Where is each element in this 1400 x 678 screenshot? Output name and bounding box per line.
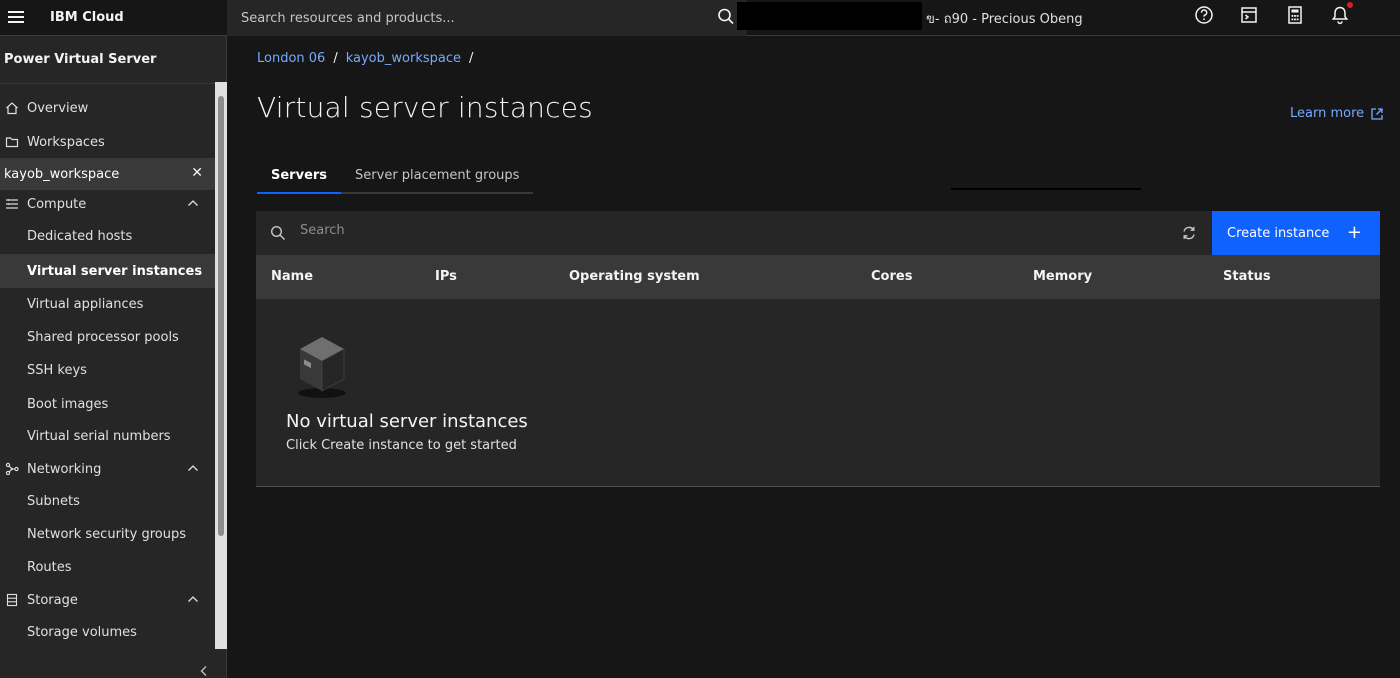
sidebar-item-label: Virtual serial numbers (27, 428, 171, 444)
storage-icon (6, 593, 18, 607)
sidebar-item-ssh-keys[interactable]: SSH keys (0, 354, 215, 386)
sidebar-item-label: Subnets (27, 493, 80, 509)
column-header-ips[interactable]: IPs (435, 269, 457, 284)
home-icon (6, 102, 18, 115)
sidebar: Power Virtual Server Overview Workspaces… (0, 36, 227, 678)
tab-list: Servers Server placement groups (257, 158, 534, 194)
sidebar-item-label: Storage (27, 592, 78, 608)
column-header-cores[interactable]: Cores (871, 269, 912, 284)
sidebar-item-label: kayob_workspace (4, 166, 120, 182)
chevron-up-icon[interactable] (187, 463, 199, 473)
sidebar-item-label: Workspaces (27, 134, 105, 150)
sidebar-item-label: Storage volumes (27, 624, 137, 640)
sidebar-item-overview[interactable]: Overview (0, 92, 215, 124)
tab-server-placement-groups[interactable]: Server placement groups (341, 158, 534, 194)
sidebar-item-virtual-appliances[interactable]: Virtual appliances (0, 288, 215, 320)
redacted-region (737, 2, 922, 30)
sidebar-item-label: Dedicated hosts (27, 228, 133, 244)
sidebar-item-networking[interactable]: Networking (0, 453, 215, 485)
notification-badge (1347, 2, 1353, 8)
table-header: Name IPs Operating system Cores Memory S… (256, 255, 1380, 299)
learn-more-label: Learn more (1290, 106, 1365, 121)
sidebar-item-virtual-server-instances[interactable]: Virtual server instances (0, 254, 215, 288)
refresh-icon[interactable] (1180, 224, 1198, 242)
empty-state-subtitle: Click Create instance to get started (286, 438, 517, 453)
sidebar-item-workspace-selected[interactable]: kayob_workspace ✕ (0, 158, 215, 190)
chevron-up-icon[interactable] (187, 594, 199, 604)
redacted-region (951, 188, 1141, 190)
brand-name[interactable]: IBM Cloud (50, 10, 230, 25)
create-instance-button[interactable]: Create instance + (1212, 211, 1380, 255)
page-title: Virtual server instances (257, 91, 593, 124)
sidebar-item-label: Routes (27, 559, 72, 575)
table-search-input[interactable] (300, 223, 1100, 238)
sidebar-scrollbar-thumb[interactable] (218, 96, 224, 536)
sidebar-item-label: Shared processor pools (27, 329, 179, 345)
breadcrumb-link-location[interactable]: London 06 (257, 51, 325, 66)
sidebar-item-label: Compute (27, 196, 87, 212)
sidebar-divider (0, 83, 215, 84)
close-icon[interactable]: ✕ (191, 165, 203, 181)
global-search-input[interactable] (241, 10, 701, 26)
breadcrumb-separator: / (333, 51, 338, 66)
tab-servers[interactable]: Servers (257, 158, 342, 194)
chevron-up-icon[interactable] (187, 198, 199, 208)
empty-box-icon (298, 337, 346, 398)
column-header-status[interactable]: Status (1223, 269, 1271, 284)
breadcrumb-separator: / (468, 51, 474, 66)
sidebar-item-dedicated-hosts[interactable]: Dedicated hosts (0, 220, 215, 252)
sidebar-item-label: Network security groups (27, 526, 186, 542)
empty-state-title: No virtual server instances (286, 411, 528, 432)
sidebar-item-boot-images[interactable]: Boot images (0, 388, 215, 420)
cloud-shell-icon[interactable] (1238, 4, 1260, 26)
sidebar-item-shared-processor-pools[interactable]: Shared processor pools (0, 321, 215, 353)
search-icon[interactable] (717, 6, 735, 28)
breadcrumb-link-workspace[interactable]: kayob_workspace (346, 51, 461, 66)
launch-icon (1371, 107, 1383, 120)
learn-more-link[interactable]: Learn more (1290, 106, 1384, 121)
sidebar-title: Power Virtual Server (4, 52, 157, 67)
sidebar-item-compute[interactable]: Compute (0, 188, 215, 220)
chevron-left-icon[interactable] (196, 664, 212, 678)
sidebar-item-label: SSH keys (27, 362, 87, 378)
instances-table: Create instance + Name IPs Operating sys… (256, 211, 1380, 487)
create-instance-label: Create instance (1227, 225, 1330, 241)
add-icon: + (1346, 222, 1362, 243)
sidebar-item-network-security-groups[interactable]: Network security groups (0, 518, 215, 550)
sidebar-item-label: Virtual appliances (27, 296, 144, 312)
column-header-name[interactable]: Name (271, 269, 313, 284)
column-header-operating-system[interactable]: Operating system (569, 269, 700, 284)
sidebar-item-label: Virtual server instances (27, 263, 203, 279)
account-switcher[interactable]: ข- ถ90 - Precious Obeng (926, 0, 1083, 36)
sidebar-item-label: Overview (27, 100, 89, 116)
global-search[interactable] (227, 0, 747, 36)
sidebar-item-label: Networking (27, 461, 102, 477)
sidebar-item-virtual-serial-numbers[interactable]: Virtual serial numbers (0, 420, 215, 452)
network-icon (5, 462, 19, 476)
sidebar-item-subnets[interactable]: Subnets (0, 485, 215, 517)
folder-icon (5, 137, 19, 148)
search-icon (270, 225, 285, 240)
menu-icon[interactable] (4, 0, 30, 36)
breadcrumb: London 06 / kayob_workspace / (257, 51, 473, 66)
sidebar-item-routes[interactable]: Routes (0, 551, 215, 583)
table-toolbar: Create instance + (256, 211, 1380, 255)
main-content: London 06 / kayob_workspace / Virtual se… (227, 36, 1400, 678)
cost-estimator-icon[interactable] (1284, 4, 1306, 26)
sidebar-item-label: Boot images (27, 396, 109, 412)
sidebar-item-workspaces[interactable]: Workspaces (0, 126, 215, 158)
help-icon[interactable] (1193, 4, 1215, 26)
sidebar-item-storage[interactable]: Storage (0, 584, 215, 616)
column-header-memory[interactable]: Memory (1033, 269, 1092, 284)
compute-icon (6, 199, 18, 209)
sidebar-item-storage-volumes[interactable]: Storage volumes (0, 616, 215, 648)
